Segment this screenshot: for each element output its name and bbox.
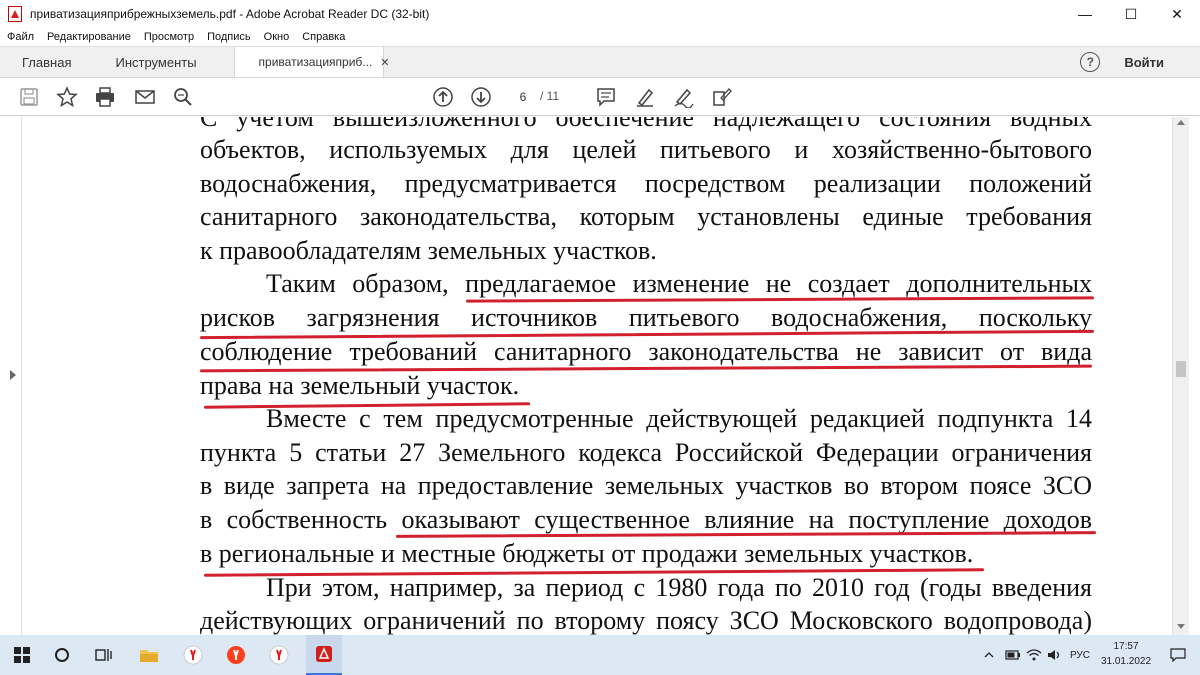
tray-chevron-up-icon[interactable] [980, 635, 998, 675]
yandex-app-icon[interactable] [223, 635, 249, 675]
title-bar: приватизацияприбрежныхземель.pdf - Adobe… [0, 0, 1200, 28]
email-icon[interactable] [134, 86, 156, 108]
previous-page-icon[interactable] [432, 86, 454, 108]
bookmark-star-icon[interactable] [56, 86, 78, 108]
scroll-up-icon[interactable] [1177, 120, 1185, 125]
taskbar: РУС 17:57 31.01.2022 [0, 635, 1200, 675]
battery-icon[interactable] [1004, 635, 1022, 675]
document-viewport[interactable]: С учетом вышеизложенного обеспечение над… [0, 117, 1200, 635]
page-total: / 11 [540, 89, 560, 103]
help-icon[interactable]: ? [1080, 52, 1101, 72]
doc-line: соблюдение требований санитарного законо… [200, 337, 1092, 366]
print-icon[interactable] [94, 86, 116, 108]
scrollbar-thumb[interactable] [1176, 361, 1186, 377]
menu-file[interactable]: Файл [0, 31, 40, 43]
comment-icon[interactable] [595, 86, 617, 108]
task-view-icon[interactable] [92, 635, 116, 675]
notifications-icon[interactable] [1166, 635, 1190, 675]
tab-tools[interactable]: Инструменты [93, 47, 218, 77]
minimize-button[interactable]: — [1062, 0, 1108, 28]
doc-line: санитарного законодательства, которым ус… [200, 202, 1092, 231]
tab-bar: Главная Инструменты приватизацияприб... … [0, 46, 1200, 78]
doc-line: права на земельный участок. [200, 371, 520, 400]
wifi-icon[interactable] [1025, 635, 1043, 675]
maximize-button[interactable]: ☐ [1108, 0, 1154, 28]
clock-date: 31.01.2022 [1100, 656, 1152, 667]
fill-sign-icon[interactable] [711, 86, 733, 108]
volume-icon[interactable] [1046, 635, 1064, 675]
menu-view[interactable]: Просмотр [137, 31, 200, 43]
search-icon[interactable] [172, 86, 194, 108]
sign-in-button[interactable]: Войти [1124, 55, 1164, 70]
clock-time: 17:57 [1113, 641, 1139, 652]
doc-line: Таким образом, предлагаемое изменение не… [266, 269, 1092, 298]
highlight-pen-icon[interactable] [634, 86, 656, 108]
next-page-icon[interactable] [470, 86, 492, 108]
tab-document[interactable]: приватизацияприб... ✕ [233, 47, 390, 77]
menu-bar: Файл Редактирование Просмотр Подпись Окн… [0, 28, 1200, 46]
language-indicator[interactable]: РУС [1066, 635, 1094, 675]
search-circle-icon[interactable] [50, 635, 74, 675]
doc-line: водоснабжения, предусматривается посредс… [200, 169, 1092, 198]
expand-left-panel-icon[interactable] [10, 370, 16, 380]
draw-sign-icon[interactable] [673, 86, 695, 108]
tab-home[interactable]: Главная [0, 47, 93, 77]
doc-line: При этом, например, за период с 1980 год… [266, 573, 1092, 602]
scroll-down-icon[interactable] [1177, 624, 1185, 629]
file-explorer-icon[interactable] [136, 635, 162, 675]
doc-line: к правообладателям земельных участков. [200, 236, 657, 265]
doc-line: пункта 5 статьи 27 Земельного кодекса Ро… [200, 438, 1092, 467]
clock[interactable]: 17:57 31.01.2022 [1096, 639, 1156, 669]
yandex-browser-icon-2[interactable] [266, 635, 292, 675]
yandex-browser-icon[interactable] [180, 635, 206, 675]
acrobat-app-icon [8, 6, 22, 22]
menu-window[interactable]: Окно [257, 31, 296, 43]
vertical-scrollbar[interactable] [1172, 117, 1189, 635]
left-panel-collapsed[interactable] [0, 117, 22, 635]
start-windows-icon[interactable] [10, 635, 34, 675]
doc-line: действующих ограничений по второму поясу… [200, 606, 1092, 635]
menu-help[interactable]: Справка [295, 31, 351, 43]
doc-line: в региональные и местные бюджеты от прод… [200, 539, 974, 568]
close-tab-icon[interactable]: ✕ [380, 56, 389, 69]
doc-line: в виде запрета на предоставление земельн… [200, 471, 1092, 500]
window-title: приватизацияприбрежныхземель.pdf - Adobe… [30, 7, 430, 21]
acrobat-taskbar-icon[interactable] [306, 635, 342, 675]
close-window-button[interactable]: ✕ [1154, 0, 1200, 28]
tab-document-label: приватизацияприб... [258, 55, 373, 69]
menu-edit[interactable]: Редактирование [40, 31, 137, 43]
page-number-input[interactable]: 6 [506, 87, 540, 107]
toolbar: 6 / 11 [0, 78, 1200, 116]
doc-line: объектов, используемых для целей питьево… [200, 135, 1092, 164]
menu-sign[interactable]: Подпись [200, 31, 257, 43]
save-icon[interactable] [18, 86, 40, 108]
